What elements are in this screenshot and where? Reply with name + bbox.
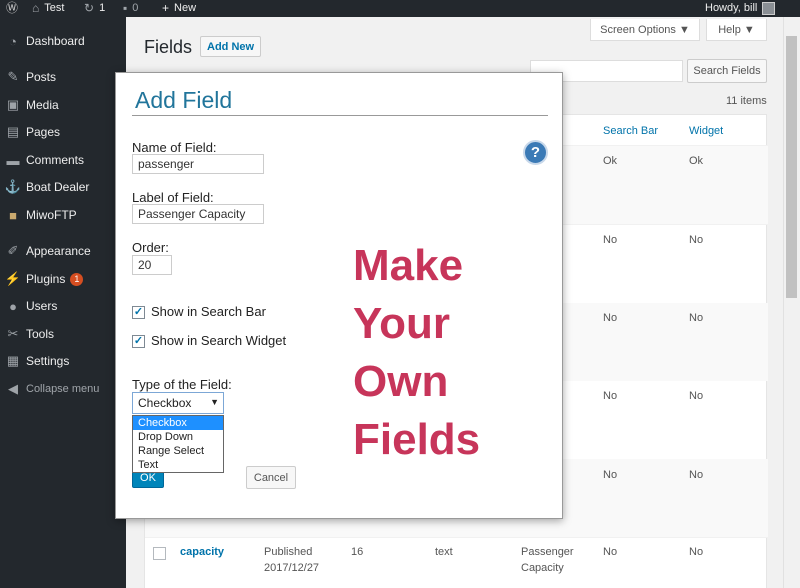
dialog-title-divider <box>132 115 548 116</box>
show-search-widget-label: Show in Search Widget <box>151 333 287 348</box>
dialog-title: Add Field <box>135 87 233 113</box>
name-field-label: Name of Field: <box>132 140 217 155</box>
dropdown-option-drop-down[interactable]: Drop Down <box>133 430 223 444</box>
field-type-dropdown-list: Checkbox Drop Down Range Select Text <box>132 415 224 473</box>
promo-line: Your <box>353 299 450 348</box>
field-type-select[interactable]: Checkbox ▼ <box>132 392 224 414</box>
help-icon[interactable]: ? <box>523 140 548 165</box>
order-field-label: Order: <box>132 240 169 255</box>
label-field-input[interactable]: Passenger Capacity <box>132 204 264 224</box>
dropdown-arrow-icon: ▼ <box>210 397 219 407</box>
promo-line: Own <box>353 357 449 406</box>
dropdown-option-text[interactable]: Text <box>133 458 223 472</box>
promo-line: Make <box>353 241 464 290</box>
order-field-input[interactable]: 20 <box>132 255 172 275</box>
promo-text: Make Your Own Fields <box>353 237 523 469</box>
add-field-dialog: Add Field ? Name of Field: passenger Lab… <box>115 72 563 519</box>
label-field-label: Label of Field: <box>132 190 214 205</box>
dropdown-option-checkbox[interactable]: Checkbox <box>133 416 223 430</box>
field-type-label: Type of the Field: <box>132 377 232 392</box>
name-field-input[interactable]: passenger <box>132 154 264 174</box>
promo-line: Fields <box>353 415 481 464</box>
show-search-bar-label: Show in Search Bar <box>151 304 266 319</box>
show-search-bar-checkbox[interactable]: ✓ <box>132 306 145 319</box>
cancel-button[interactable]: Cancel <box>246 466 296 489</box>
show-search-widget-checkbox[interactable]: ✓ <box>132 335 145 348</box>
field-type-selected: Checkbox <box>138 396 192 410</box>
dropdown-option-range-select[interactable]: Range Select <box>133 444 223 458</box>
